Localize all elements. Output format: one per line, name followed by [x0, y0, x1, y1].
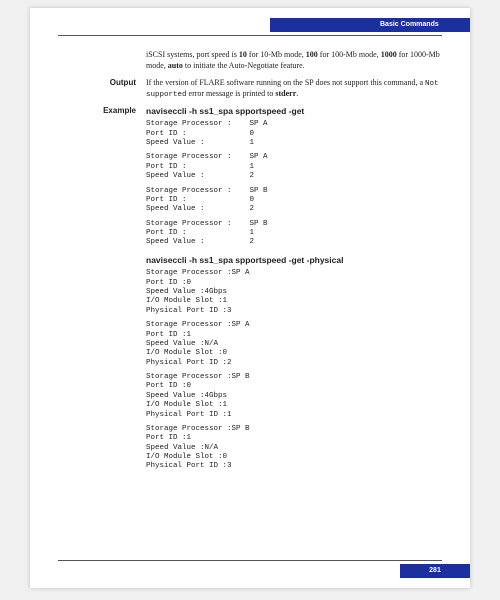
- intro-text: iSCSI systems, port speed is 10 for 10-M…: [146, 50, 442, 72]
- example-label: Example: [58, 106, 146, 472]
- footer-rule: [58, 560, 442, 561]
- output-text: If the version of FLARE software running…: [146, 78, 442, 100]
- code-block-1: Storage Processor : SP A Port ID : 0 Spe…: [146, 120, 442, 148]
- command-2: naviseccli -h ss1_spa spportspeed -get -…: [146, 255, 442, 266]
- t: iSCSI systems, port speed is: [146, 50, 239, 59]
- header-rule: [58, 35, 442, 36]
- vauto: auto: [168, 61, 183, 70]
- code-block-7: Storage Processor :SP B Port ID :0 Speed…: [146, 373, 442, 420]
- stderr: stderr: [275, 89, 296, 98]
- t: for 10-Mb mode,: [247, 50, 306, 59]
- code-block-3: Storage Processor : SP B Port ID : 0 Spe…: [146, 187, 442, 215]
- code-block-4: Storage Processor : SP B Port ID : 1 Spe…: [146, 220, 442, 248]
- example-body: naviseccli -h ss1_spa spportspeed -get S…: [146, 106, 442, 472]
- section-header: Basic Commands: [270, 18, 470, 32]
- code-block-2: Storage Processor : SP A Port ID : 1 Spe…: [146, 153, 442, 181]
- output-label: Output: [58, 78, 146, 100]
- document-page: Basic Commands iSCSI systems, port speed…: [30, 8, 470, 588]
- command-1: naviseccli -h ss1_spa spportspeed -get: [146, 106, 442, 117]
- t: .: [296, 89, 298, 98]
- example-row: Example naviseccli -h ss1_spa spportspee…: [58, 106, 442, 472]
- intro-label: [58, 50, 146, 72]
- t: to initiate the Auto-Negotiate feature.: [183, 61, 305, 70]
- v10: 10: [239, 50, 247, 59]
- t: for 100-Mb mode,: [318, 50, 381, 59]
- code-block-8: Storage Processor :SP B Port ID :1 Speed…: [146, 425, 442, 472]
- output-row: Output If the version of FLARE software …: [58, 78, 442, 100]
- code-block-6: Storage Processor :SP A Port ID :1 Speed…: [146, 321, 442, 368]
- intro-row: iSCSI systems, port speed is 10 for 10-M…: [58, 50, 442, 72]
- t: If the version of FLARE software running…: [146, 78, 425, 87]
- v100: 100: [306, 50, 318, 59]
- page-content: iSCSI systems, port speed is 10 for 10-M…: [58, 50, 442, 472]
- t: error message is printed to: [187, 89, 276, 98]
- code-block-5: Storage Processor :SP A Port ID :0 Speed…: [146, 269, 442, 316]
- v1000: 1000: [381, 50, 397, 59]
- page-number: 281: [400, 564, 470, 578]
